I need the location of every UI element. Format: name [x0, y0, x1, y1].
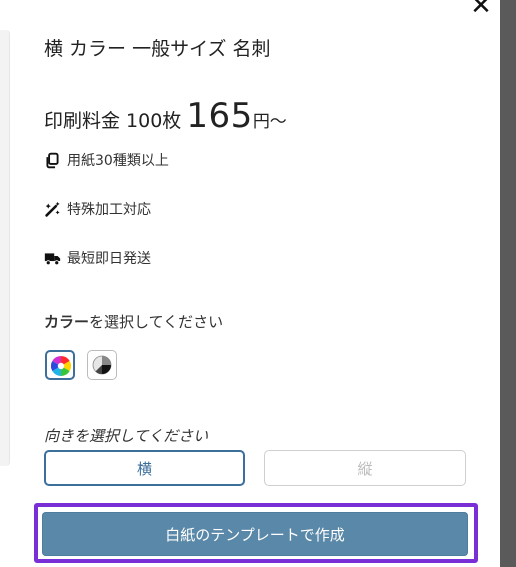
- price-line: 印刷料金 100枚 165円〜: [44, 96, 287, 136]
- orientation-horizontal-button[interactable]: 横: [44, 450, 245, 486]
- close-icon[interactable]: ✕: [467, 0, 495, 20]
- color-section-label: カラーを選択してください: [44, 311, 223, 332]
- copy-icon: [46, 152, 59, 168]
- orientation-vertical-button[interactable]: 縦: [264, 450, 466, 486]
- feature-paper-types: 用紙30種類以上: [44, 150, 169, 170]
- color-label-emphasis: カラー: [44, 313, 90, 331]
- orientation-section-label: 向きを選択してください: [44, 427, 209, 445]
- full-color-option[interactable]: [45, 350, 75, 380]
- feature-label: 最短即日発送: [67, 251, 151, 267]
- delivery-truck-icon: [44, 252, 61, 265]
- full-color-wheel-icon: [51, 356, 71, 376]
- scrollbar[interactable]: [500, 0, 516, 567]
- color-label-rest: を選択してください: [89, 313, 224, 331]
- feature-label: 用紙30種類以上: [67, 153, 169, 169]
- price-label: 印刷料金 100枚: [44, 110, 182, 132]
- template-modal: ✕ 横 カラー 一般サイズ 名刺 印刷料金 100枚 165円〜 用紙30種類以…: [34, 0, 500, 567]
- magic-wand-icon: [45, 201, 60, 217]
- background-page: [0, 0, 34, 567]
- feature-label: 特殊加工対応: [67, 202, 151, 218]
- price-unit: 円〜: [252, 112, 287, 132]
- feature-fast-shipping: 最短即日発送: [44, 248, 151, 268]
- monochrome-wheel-icon: [92, 355, 112, 375]
- product-title: 横 カラー 一般サイズ 名刺: [44, 38, 271, 60]
- background-panel-edge: [0, 30, 10, 466]
- feature-special-processing: 特殊加工対応: [44, 199, 151, 219]
- price-amount: 165: [186, 96, 253, 136]
- create-blank-template-button[interactable]: 白紙のテンプレートで作成: [42, 512, 468, 556]
- monochrome-option[interactable]: [87, 350, 117, 380]
